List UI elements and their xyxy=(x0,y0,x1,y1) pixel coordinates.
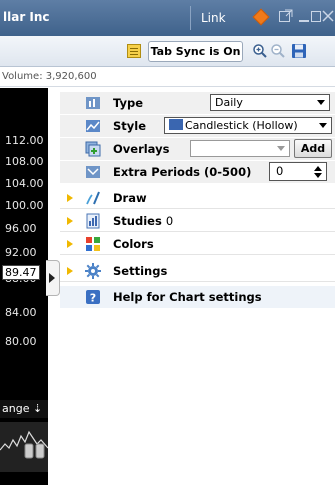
overlays-label: Overlays xyxy=(113,142,170,156)
minimize-icon[interactable] xyxy=(298,8,310,28)
close-icon[interactable] xyxy=(322,8,334,28)
current-price-highlight: 89.47 xyxy=(2,265,40,280)
price-axis-label: 96.00 xyxy=(5,222,37,235)
price-chart[interactable]: 112.00 108.00 104.00 100.00 96.00 92.00 … xyxy=(0,88,48,485)
draw-row[interactable]: Draw xyxy=(60,187,335,209)
expand-arrow-icon[interactable] xyxy=(67,217,73,225)
type-select-value: Daily xyxy=(215,96,243,109)
style-label: Style xyxy=(113,119,147,133)
extra-periods-stepper[interactable]: 0 xyxy=(269,162,327,181)
help-icon: ? xyxy=(85,289,101,305)
navigator-minichart[interactable] xyxy=(0,422,48,472)
expand-arrow-icon[interactable] xyxy=(67,194,73,202)
draw-icon xyxy=(85,190,101,206)
colors-icon xyxy=(85,236,101,252)
style-select[interactable]: Candlestick (Hollow) xyxy=(164,117,332,134)
add-overlay-button[interactable]: Add xyxy=(294,139,332,158)
extra-periods-value: 0 xyxy=(276,164,284,178)
collapse-panel-button[interactable] xyxy=(46,260,60,296)
volume-readout: Volume: 3,920,600 xyxy=(0,67,335,87)
help-label: Help for Chart settings xyxy=(113,290,262,304)
studies-row[interactable]: Studies 0 xyxy=(60,210,335,232)
gear-icon xyxy=(85,263,101,279)
style-select-value: Candlestick (Hollow) xyxy=(185,119,298,132)
settings-row[interactable]: Settings xyxy=(60,260,335,282)
expand-arrow-icon[interactable] xyxy=(67,240,73,248)
popout-icon[interactable] xyxy=(278,8,294,28)
studies-label-text: Studies xyxy=(113,214,162,228)
price-axis-label: 84.00 xyxy=(5,306,37,319)
zoom-out-icon[interactable] xyxy=(270,43,286,59)
stepper-up-icon[interactable] xyxy=(314,166,322,171)
type-row: Type Daily xyxy=(60,92,335,114)
extra-periods-icon xyxy=(85,164,101,180)
titlebar-separator xyxy=(190,6,191,30)
draw-label: Draw xyxy=(113,191,147,205)
notes-icon[interactable] xyxy=(127,44,141,58)
chart-toolbar: Tab Sync is On xyxy=(0,36,335,67)
studies-icon xyxy=(85,213,101,229)
overlays-icon xyxy=(85,141,101,157)
chevron-down-icon xyxy=(277,146,285,151)
overlays-row: Overlays Add xyxy=(60,138,335,160)
range-selector[interactable]: ange ⇣ xyxy=(0,400,48,418)
price-axis-label: 100.00 xyxy=(5,199,44,212)
type-select[interactable]: Daily xyxy=(210,94,330,111)
price-axis-label: 80.00 xyxy=(5,335,37,348)
price-axis-label: 92.00 xyxy=(5,246,37,259)
candlestick-icon xyxy=(169,119,183,130)
zoom-in-icon[interactable] xyxy=(252,43,268,59)
extra-periods-label: Extra Periods (0-500) xyxy=(113,165,252,179)
extra-periods-row: Extra Periods (0-500) 0 xyxy=(60,161,335,183)
studies-label: Studies 0 xyxy=(113,214,173,228)
svg-text:?: ? xyxy=(90,292,96,305)
chart-style-icon xyxy=(85,118,101,134)
stepper-down-icon[interactable] xyxy=(314,173,322,178)
save-icon[interactable] xyxy=(291,43,307,59)
window-titlebar: llar Inc Link xyxy=(0,0,335,36)
settings-label: Settings xyxy=(113,264,168,278)
studies-count: 0 xyxy=(165,214,174,228)
help-row[interactable]: ? Help for Chart settings xyxy=(60,286,335,308)
chart-settings-panel: Type Daily Style Candlestick (Hollow) Ov… xyxy=(60,88,335,485)
link-label[interactable]: Link xyxy=(201,11,226,25)
price-axis-label: 108.00 xyxy=(5,155,44,168)
type-label: Type xyxy=(113,96,144,110)
window-title: llar Inc xyxy=(3,10,50,24)
volume-text: Volume: 3,920,600 xyxy=(2,71,97,82)
chevron-down-icon xyxy=(317,100,325,105)
expand-arrow-icon[interactable] xyxy=(67,267,73,275)
colors-label: Colors xyxy=(113,237,154,251)
link-diamond-icon[interactable] xyxy=(252,8,270,26)
chevron-down-icon xyxy=(319,123,327,128)
colors-row[interactable]: Colors xyxy=(60,233,335,255)
style-row: Style Candlestick (Hollow) xyxy=(60,115,335,137)
maximize-icon[interactable] xyxy=(310,8,322,28)
overlays-select[interactable] xyxy=(190,140,290,157)
price-axis-label: 112.00 xyxy=(5,134,44,147)
tab-sync-button[interactable]: Tab Sync is On xyxy=(148,41,243,62)
chart-type-icon xyxy=(85,95,101,111)
price-axis-label: 104.00 xyxy=(5,177,44,190)
